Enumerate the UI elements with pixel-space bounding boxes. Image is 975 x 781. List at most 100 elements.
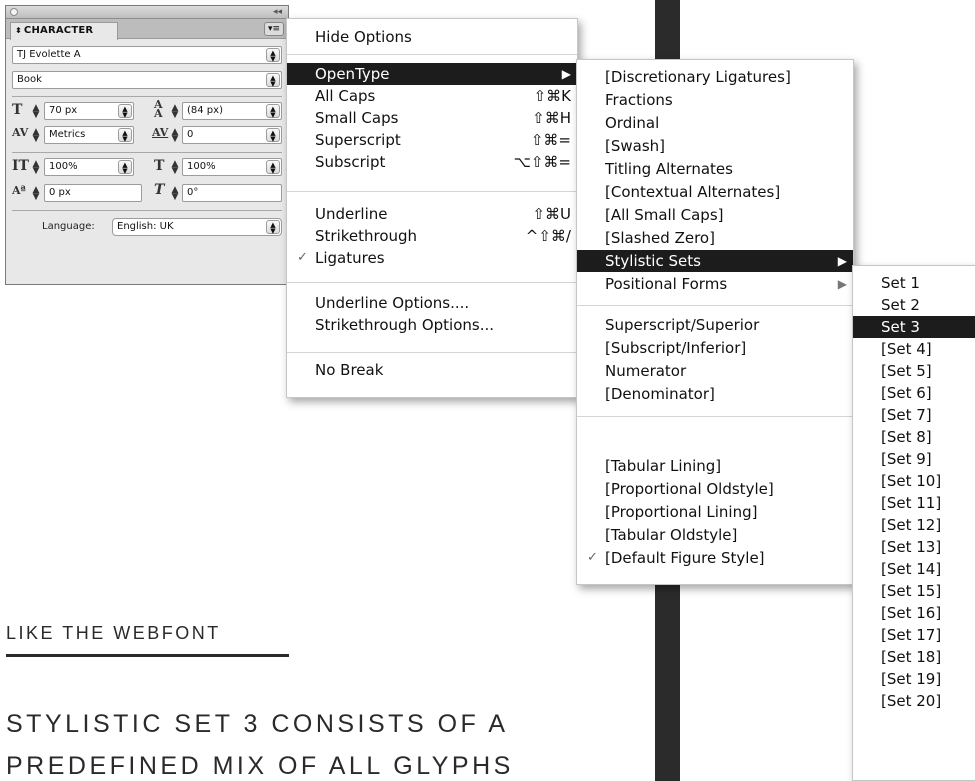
tab-character[interactable]: ⬍ CHARACTER bbox=[10, 22, 118, 40]
menu-item-all-small-caps[interactable]: [All Small Caps] bbox=[577, 204, 853, 226]
close-icon[interactable] bbox=[10, 8, 18, 16]
menu-item-opentype[interactable]: OpenType ▶ bbox=[287, 63, 577, 85]
font-style-select[interactable]: Book ▲ ▼ bbox=[12, 71, 282, 89]
menu-item-set-16[interactable]: [Set 16] bbox=[853, 602, 975, 624]
select-arrows-icon[interactable]: ▲ ▼ bbox=[266, 220, 280, 235]
menu-item-swash[interactable]: [Swash] bbox=[577, 135, 853, 157]
tracking-spin-icon[interactable]: ▲ ▼ bbox=[170, 128, 180, 144]
menu-item-set-18[interactable]: [Set 18] bbox=[853, 646, 975, 668]
menu-item-proportional-lining[interactable]: [Proportional Lining] bbox=[577, 501, 853, 523]
menu-item-proportional-oldstyle[interactable]: [Proportional Oldstyle] bbox=[577, 478, 853, 500]
menu-item-label: [Set 8] bbox=[881, 428, 932, 446]
menu-item-positional-forms[interactable]: Positional Forms ▶ bbox=[577, 273, 853, 295]
baseline-shift-field[interactable]: 0 px bbox=[44, 184, 142, 202]
select-arrows-icon[interactable]: ▲ ▼ bbox=[118, 160, 132, 175]
menu-item-set-13[interactable]: [Set 13] bbox=[853, 536, 975, 558]
menu-item-label: Set 1 bbox=[881, 274, 920, 292]
menu-item-set-10[interactable]: [Set 10] bbox=[853, 470, 975, 492]
menu-item-all-caps[interactable]: All Caps ⇧⌘K bbox=[287, 85, 577, 107]
collapse-icon[interactable]: ◂◂ bbox=[273, 6, 282, 18]
menu-item-set-1[interactable]: Set 1 bbox=[853, 272, 975, 294]
menu-item-set-12[interactable]: [Set 12] bbox=[853, 514, 975, 536]
skew-field[interactable]: 0° bbox=[182, 184, 282, 202]
menu-item-tabular-lining[interactable]: [Tabular Lining] bbox=[577, 455, 853, 477]
menu-item-underline[interactable]: Underline ⇧⌘U bbox=[287, 203, 577, 225]
menu-item-denominator[interactable]: [Denominator] bbox=[577, 383, 853, 405]
menu-item-set-2[interactable]: Set 2 bbox=[853, 294, 975, 316]
menu-item-slashed-zero[interactable]: [Slashed Zero] bbox=[577, 227, 853, 249]
kerning-value: Metrics bbox=[49, 129, 86, 140]
select-arrows-icon[interactable]: ▲ ▼ bbox=[266, 73, 280, 88]
vertical-scale-spin-icon[interactable]: ▲ ▼ bbox=[31, 160, 41, 176]
skew-spin-icon[interactable]: ▲ ▼ bbox=[170, 186, 180, 202]
vertical-scale-field[interactable]: 100% ▲ ▼ bbox=[44, 158, 134, 176]
panel-tab-bar: ⬍ CHARACTER ▾≡ bbox=[6, 19, 288, 40]
select-arrows-icon[interactable]: ▲ ▼ bbox=[118, 104, 132, 119]
menu-item-underline-options[interactable]: Underline Options.... bbox=[287, 292, 577, 314]
menu-item-contextual-alternates[interactable]: [Contextual Alternates] bbox=[577, 181, 853, 203]
menu-item-small-caps[interactable]: Small Caps ⇧⌘H bbox=[287, 107, 577, 129]
menu-item-default-figure-style[interactable]: ✓ [Default Figure Style] bbox=[577, 547, 853, 569]
menu-item-set-17[interactable]: [Set 17] bbox=[853, 624, 975, 646]
select-arrows-icon[interactable]: ▲ ▼ bbox=[118, 128, 132, 143]
menu-item-set-5[interactable]: [Set 5] bbox=[853, 360, 975, 382]
menu-item-strikethrough-options[interactable]: Strikethrough Options... bbox=[287, 314, 577, 336]
tracking-icon: AV bbox=[152, 126, 169, 139]
menu-item-set-3[interactable]: Set 3 bbox=[853, 316, 975, 338]
checkmark-icon: ✓ bbox=[297, 250, 308, 265]
leading-field[interactable]: (84 px) ▲ ▼ bbox=[182, 102, 282, 120]
menu-item-subscript[interactable]: Subscript ⌥⇧⌘= bbox=[287, 151, 577, 173]
panel-menu-button[interactable]: ▾≡ bbox=[264, 22, 284, 36]
menu-item-set-20[interactable]: [Set 20] bbox=[853, 690, 975, 712]
horizontal-scale-spin-icon[interactable]: ▲ ▼ bbox=[170, 160, 180, 176]
menu-item-ordinal[interactable]: Ordinal bbox=[577, 112, 853, 134]
menu-item-numerator[interactable]: Numerator bbox=[577, 360, 853, 382]
menu-item-strikethrough[interactable]: Strikethrough ^⇧⌘/ bbox=[287, 225, 577, 247]
menu-item-set-7[interactable]: [Set 7] bbox=[853, 404, 975, 426]
menu-item-set-19[interactable]: [Set 19] bbox=[853, 668, 975, 690]
menu-item-set-14[interactable]: [Set 14] bbox=[853, 558, 975, 580]
menu-item-set-9[interactable]: [Set 9] bbox=[853, 448, 975, 470]
menu-item-set-4[interactable]: [Set 4] bbox=[853, 338, 975, 360]
menu-item-ligatures[interactable]: ✓ Ligatures bbox=[287, 247, 577, 269]
menu-item-fractions[interactable]: Fractions bbox=[577, 89, 853, 111]
baseline-shift-spin-icon[interactable]: ▲ ▼ bbox=[31, 186, 41, 202]
select-arrows-icon[interactable]: ▲ ▼ bbox=[266, 128, 280, 143]
menu-item-label: [Set 4] bbox=[881, 340, 932, 358]
menu-item-label: Superscript bbox=[315, 131, 401, 149]
kerning-field[interactable]: Metrics ▲ ▼ bbox=[44, 126, 134, 144]
menu-item-hide-options[interactable]: Hide Options bbox=[287, 26, 577, 48]
menu-item-set-8[interactable]: [Set 8] bbox=[853, 426, 975, 448]
menu-item-set-6[interactable]: [Set 6] bbox=[853, 382, 975, 404]
submenu-arrow-icon: ▶ bbox=[837, 254, 847, 268]
select-arrows-icon[interactable]: ▲ ▼ bbox=[266, 48, 280, 63]
font-size-field[interactable]: 70 px ▲ ▼ bbox=[44, 102, 134, 120]
menu-item-titling-alternates[interactable]: Titling Alternates bbox=[577, 158, 853, 180]
menu-item-stylistic-sets[interactable]: Stylistic Sets ▶ bbox=[577, 250, 853, 272]
menu-item-superscript[interactable]: Superscript ⇧⌘= bbox=[287, 129, 577, 151]
menu-item-subscript-inferior[interactable]: [Subscript/Inferior] bbox=[577, 337, 853, 359]
font-size-spin-icon[interactable]: ▲ ▼ bbox=[31, 104, 41, 120]
select-arrows-icon[interactable]: ▲ ▼ bbox=[266, 160, 280, 175]
menu-item-label: [All Small Caps] bbox=[605, 206, 724, 224]
menu-item-label: [Set 10] bbox=[881, 472, 942, 490]
horizontal-scale-field[interactable]: 100% ▲ ▼ bbox=[182, 158, 282, 176]
kerning-spin-icon[interactable]: ▲ ▼ bbox=[31, 128, 41, 144]
leading-spin-icon[interactable]: ▲ ▼ bbox=[170, 104, 180, 120]
menu-item-set-11[interactable]: [Set 11] bbox=[853, 492, 975, 514]
tracking-field[interactable]: 0 ▲ ▼ bbox=[182, 126, 282, 144]
baseline-shift-value: 0 px bbox=[49, 187, 71, 198]
select-arrows-icon[interactable]: ▲ ▼ bbox=[266, 104, 280, 119]
menu-item-superscript-superior[interactable]: Superscript/Superior bbox=[577, 314, 853, 336]
panel-titlebar[interactable]: ◂◂ bbox=[6, 6, 288, 19]
menu-item-tabular-oldstyle[interactable]: [Tabular Oldstyle] bbox=[577, 524, 853, 546]
menu-item-label: Hide Options bbox=[315, 28, 412, 46]
language-select[interactable]: English: UK ▲ ▼ bbox=[112, 218, 282, 236]
menu-item-discretionary-ligatures[interactable]: [Discretionary Ligatures] bbox=[577, 66, 853, 88]
menu-item-label: [Denominator] bbox=[605, 385, 715, 403]
font-family-select[interactable]: TJ Evolette A ▲ ▼ bbox=[12, 46, 282, 64]
menu-item-no-break[interactable]: No Break bbox=[287, 359, 577, 381]
menu-item-label: Underline bbox=[315, 205, 388, 223]
body-paragraph: STYLISTIC SET 3 CONSISTS OF A PREDEFINED… bbox=[6, 710, 514, 780]
menu-item-set-15[interactable]: [Set 15] bbox=[853, 580, 975, 602]
